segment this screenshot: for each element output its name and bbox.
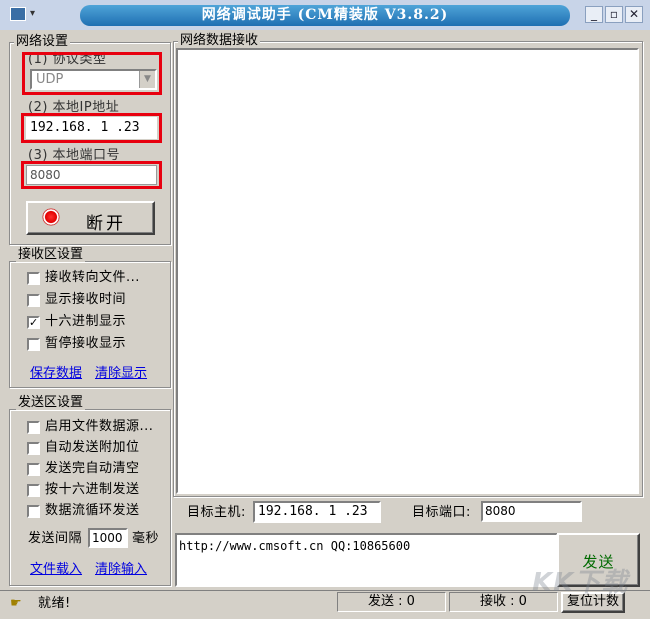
receive-option-label[interactable]: 显示接收时间 xyxy=(45,292,126,308)
receive-checkbox[interactable] xyxy=(27,272,40,285)
status-text: 就绪! xyxy=(38,596,71,611)
watermark-logo: KK下载 xyxy=(532,568,629,598)
system-menu-chevron-icon[interactable]: ▾ xyxy=(30,8,35,19)
receive-data-textarea[interactable] xyxy=(176,48,639,494)
send-settings-title: 发送区设置 xyxy=(16,395,86,410)
chevron-down-icon[interactable]: ▼ xyxy=(139,71,155,88)
target-port-field[interactable]: 8080 xyxy=(481,501,582,522)
sent-counter: 发送 : 0 xyxy=(337,592,446,612)
restore-button[interactable]: ▫ xyxy=(605,6,623,23)
target-host-label: 目标主机: xyxy=(187,505,246,520)
send-option-label[interactable]: 启用文件数据源... xyxy=(45,419,153,435)
receive-checkbox[interactable]: ✓ xyxy=(27,316,40,329)
send-checkbox[interactable] xyxy=(27,505,40,518)
receive-checkbox[interactable] xyxy=(27,294,40,307)
target-host-field[interactable]: 192.168. 1 .23 xyxy=(253,501,381,523)
window-title: 网络调试助手 (CM精装版 V3.8.2) xyxy=(80,5,570,26)
send-interval-input[interactable]: 1000 xyxy=(88,528,128,548)
disconnect-button[interactable]: 断开 xyxy=(26,201,155,235)
receive-option-label[interactable]: 十六进制显示 xyxy=(45,314,126,330)
send-checkbox[interactable] xyxy=(27,442,40,455)
receive-option-label[interactable]: 暂停接收显示 xyxy=(45,336,126,352)
receive-area-title: 网络数据接收 xyxy=(178,33,261,48)
status-icon: ☛ xyxy=(10,596,22,611)
local-port-field[interactable]: 8080 xyxy=(26,165,157,185)
send-interval-unit: 毫秒 xyxy=(132,531,160,546)
status-led-icon xyxy=(42,208,60,226)
send-option-label[interactable]: 自动发送附加位 xyxy=(45,440,140,456)
local-ip-field[interactable]: 192.168. 1 .23 xyxy=(26,117,157,139)
minimize-button[interactable]: _ xyxy=(585,6,603,23)
save-data-link[interactable]: 保存数据 xyxy=(30,362,82,381)
send-option-label[interactable]: 数据流循环发送 xyxy=(45,503,140,519)
target-port-label: 目标端口: xyxy=(412,505,471,520)
send-checkbox[interactable] xyxy=(27,463,40,476)
receive-option-label[interactable]: 接收转向文件... xyxy=(45,270,140,286)
clear-input-link[interactable]: 清除输入 xyxy=(95,558,147,577)
send-checkbox[interactable] xyxy=(27,421,40,434)
disconnect-button-label: 断开 xyxy=(86,214,126,234)
clear-display-link[interactable]: 清除显示 xyxy=(95,362,147,381)
app-icon[interactable] xyxy=(10,7,26,21)
close-button[interactable]: ✕ xyxy=(625,6,643,23)
protocol-select-value: UDP xyxy=(36,72,64,87)
protocol-select[interactable]: UDP ▼ xyxy=(30,69,157,90)
send-option-label[interactable]: 按十六进制发送 xyxy=(45,482,140,498)
network-settings-title: 网络设置 xyxy=(14,34,71,49)
send-interval-label: 发送间隔 xyxy=(28,531,83,546)
receive-checkbox[interactable] xyxy=(27,338,40,351)
receive-settings-title: 接收区设置 xyxy=(16,247,86,262)
send-checkbox[interactable] xyxy=(27,484,40,497)
send-data-textarea[interactable]: http://www.cmsoft.cn QQ:10865600 xyxy=(175,533,558,587)
load-file-link[interactable]: 文件载入 xyxy=(30,558,82,577)
send-option-label[interactable]: 发送完自动清空 xyxy=(45,461,140,477)
